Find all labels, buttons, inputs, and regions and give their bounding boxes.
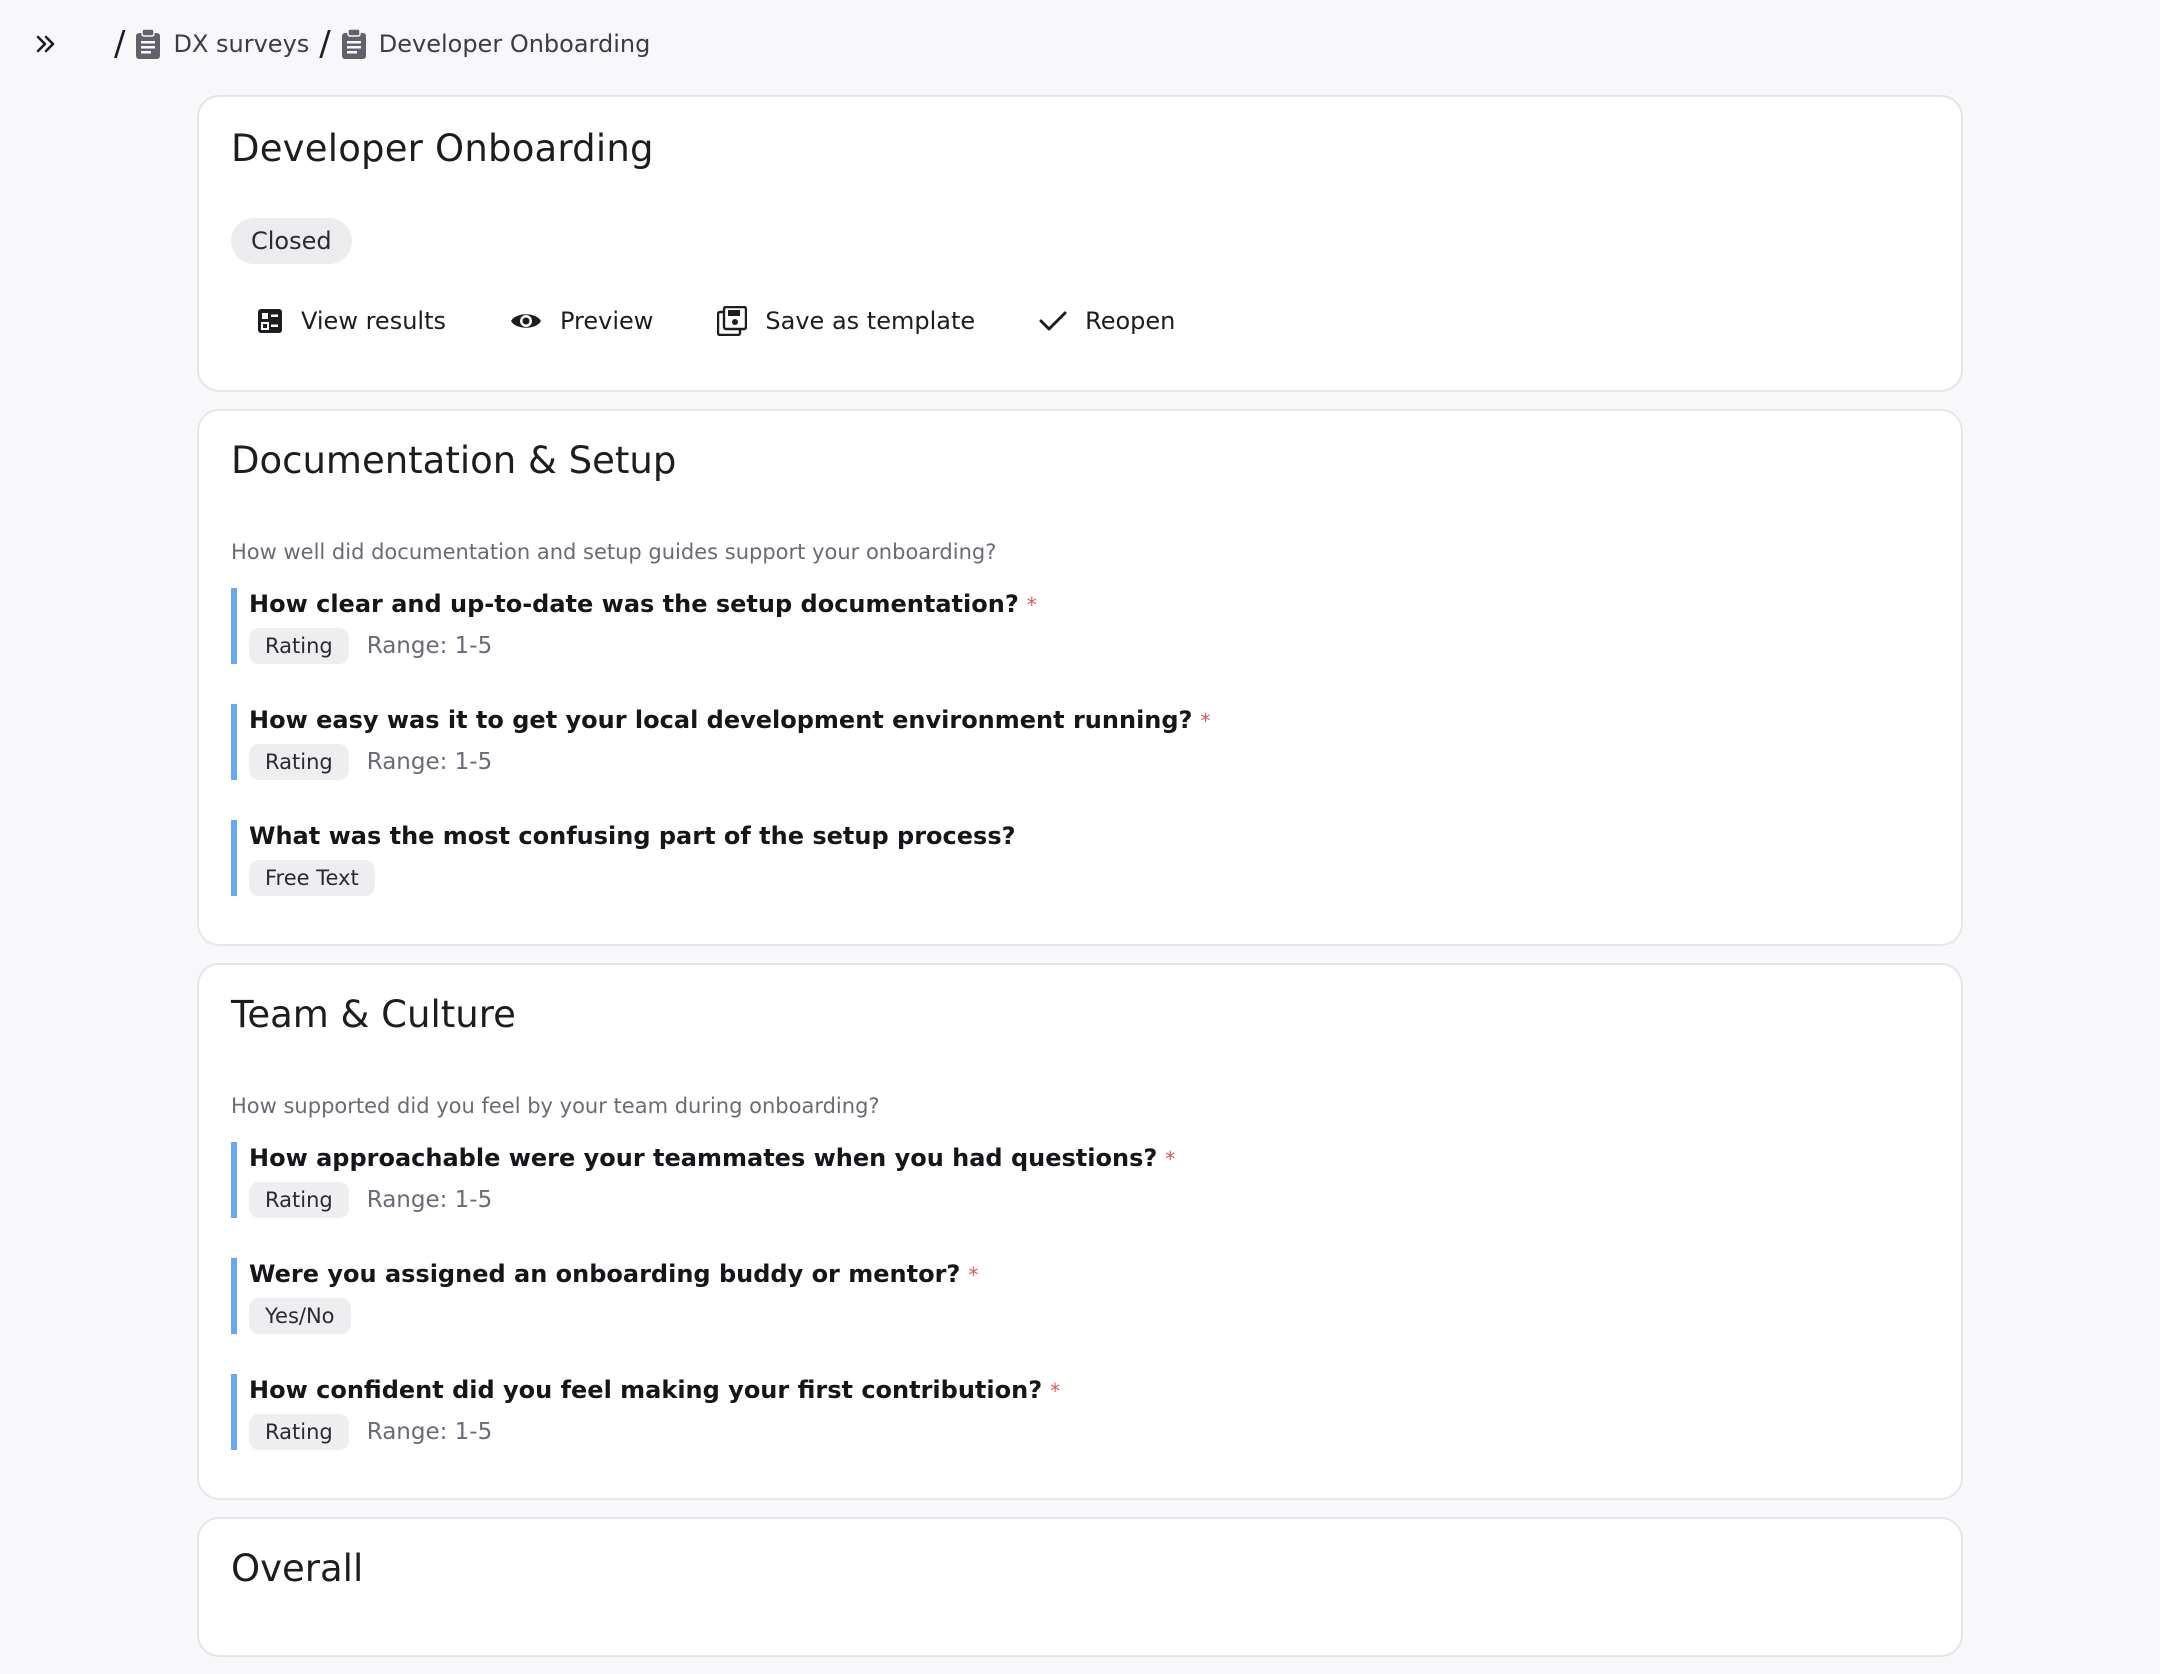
question-item[interactable]: How approachable were your teammates whe… <box>231 1142 1929 1218</box>
expand-sidebar-button[interactable] <box>28 26 64 62</box>
main-content: Developer Onboarding Closed View results <box>197 95 1963 1674</box>
required-marker: * <box>1026 593 1037 617</box>
breadcrumb-label: Developer Onboarding <box>378 30 651 58</box>
question-type-badge: Rating <box>249 628 349 664</box>
preview-button[interactable]: Preview <box>510 307 653 335</box>
breadcrumb-separator: / <box>319 24 331 64</box>
required-marker: * <box>1165 1147 1176 1171</box>
question-type-badge: Rating <box>249 744 349 780</box>
save-as-template-button[interactable]: Save as template <box>717 306 975 336</box>
preview-label: Preview <box>559 307 654 335</box>
section-title: Team & Culture <box>231 993 516 1036</box>
eye-icon <box>510 314 541 328</box>
results-icon <box>258 309 282 333</box>
question-type-badge: Yes/No <box>249 1298 351 1334</box>
save-as-template-label: Save as template <box>765 307 976 335</box>
survey-header-card: Developer Onboarding Closed View results <box>197 95 1963 392</box>
section-description: How supported did you feel by your team … <box>231 1094 880 1118</box>
question-text: How approachable were your teammates whe… <box>249 1144 1176 1172</box>
check-icon <box>1039 311 1067 331</box>
breadcrumb-separator: / <box>114 24 126 64</box>
clipboard-icon <box>136 29 161 59</box>
status-badge: Closed <box>231 218 352 264</box>
question-range: Range: 1-5 <box>366 1419 493 1445</box>
question-text: How clear and up-to-date was the setup d… <box>249 590 1037 618</box>
question-text: How easy was it to get your local develo… <box>249 706 1211 734</box>
question-text: What was the most confusing part of the … <box>249 822 1016 850</box>
question-item[interactable]: Were you assigned an onboarding buddy or… <box>231 1258 1929 1334</box>
question-type-badge: Rating <box>249 1414 349 1450</box>
question-type-badge: Free Text <box>249 860 375 896</box>
section-description: How well did documentation and setup gui… <box>231 540 997 564</box>
section-card-team-culture: Team & Culture How supported did you fee… <box>197 963 1963 1500</box>
question-item[interactable]: How easy was it to get your local develo… <box>231 704 1929 780</box>
reopen-button[interactable]: Reopen <box>1039 307 1175 335</box>
section-title: Documentation & Setup <box>231 439 677 482</box>
top-bar: / DX surveys / Developer Onboarding <box>0 0 2160 88</box>
required-marker: * <box>1050 1379 1061 1403</box>
section-card-overall: Overall <box>197 1517 1963 1657</box>
clipboard-icon <box>341 29 366 59</box>
question-item[interactable]: How clear and up-to-date was the setup d… <box>231 588 1929 664</box>
survey-actions: View results Preview Save as template Re… <box>257 306 1929 336</box>
required-marker: * <box>1200 709 1211 733</box>
breadcrumb-item-developer-onboarding[interactable]: Developer Onboarding <box>341 29 651 59</box>
page-title: Developer Onboarding <box>231 127 654 170</box>
double-chevron-right-icon <box>36 35 55 53</box>
question-text: How confident did you feel making your f… <box>249 1376 1061 1404</box>
question-range: Range: 1-5 <box>366 633 493 659</box>
question-item[interactable]: How confident did you feel making your f… <box>231 1374 1929 1450</box>
question-text: Were you assigned an onboarding buddy or… <box>249 1260 979 1288</box>
save-template-icon <box>717 306 748 336</box>
view-results-button[interactable]: View results <box>257 307 446 335</box>
breadcrumb-label: DX surveys <box>173 30 310 58</box>
question-type-badge: Rating <box>249 1182 349 1218</box>
section-card-documentation-setup: Documentation & Setup How well did docum… <box>197 409 1963 946</box>
breadcrumb-item-dx-surveys[interactable]: DX surveys <box>135 29 309 59</box>
reopen-label: Reopen <box>1085 307 1176 335</box>
view-results-label: View results <box>301 307 446 335</box>
required-marker: * <box>968 1263 979 1287</box>
breadcrumb: / DX surveys / Developer Onboarding <box>104 24 650 64</box>
question-range: Range: 1-5 <box>366 1187 493 1213</box>
question-item[interactable]: What was the most confusing part of the … <box>231 820 1929 896</box>
section-title: Overall <box>231 1547 364 1590</box>
question-range: Range: 1-5 <box>366 749 493 775</box>
